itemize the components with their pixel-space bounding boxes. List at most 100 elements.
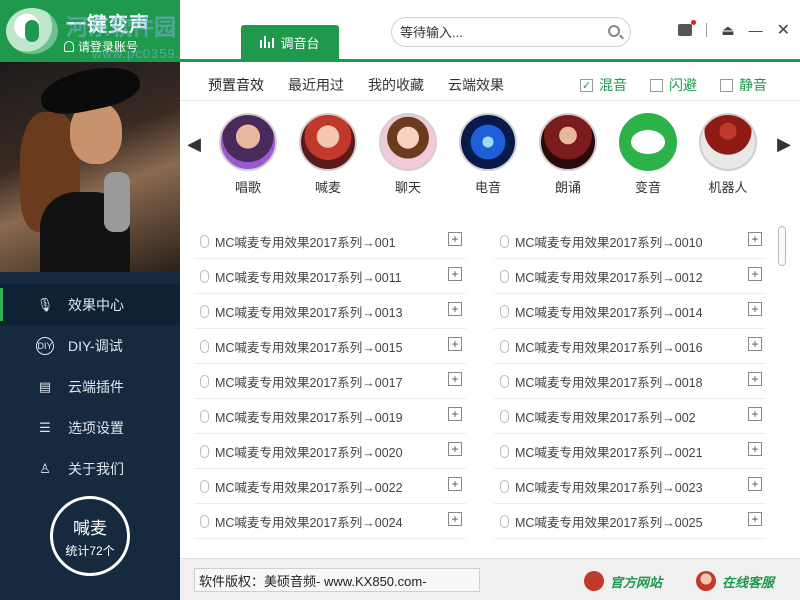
add-icon[interactable]: + (748, 302, 762, 316)
effect-voice-change[interactable]: 变音 (618, 113, 678, 196)
copyright-text: 软件版权：美硕音频- www.KX850.com- (194, 568, 480, 592)
document-icon: ▤ (38, 378, 52, 394)
list-item[interactable]: MC喊麦专用效果2017系列→0018 + (494, 364, 766, 399)
list-item-label: MC喊麦专用效果2017系列→0016 (515, 340, 703, 355)
minimize-icon[interactable]: — (749, 22, 763, 38)
list-item[interactable]: MC喊麦专用效果2017系列→0015 + (194, 329, 466, 364)
eject-icon[interactable]: ⏏ (721, 22, 734, 39)
add-icon[interactable]: + (448, 372, 462, 386)
list-item[interactable]: MC喊麦专用效果2017系列→0012 + (494, 259, 766, 294)
sidebar-item-label: 云端插件 (68, 378, 124, 395)
search-input[interactable] (400, 24, 600, 40)
list-item[interactable]: MC喊麦专用效果2017系列→0010 + (494, 224, 766, 259)
list-item[interactable]: MC喊麦专用效果2017系列→001 + (194, 224, 466, 259)
add-icon[interactable]: + (448, 302, 462, 316)
checkbox-checked-icon: ✓ (580, 78, 593, 92)
effect-electronic[interactable]: 电音 (458, 113, 518, 196)
add-icon[interactable]: + (448, 337, 462, 351)
mic-icon (200, 514, 209, 528)
duck-checkbox[interactable]: 闪避 (650, 75, 697, 95)
list-item[interactable]: MC喊麦专用效果2017系列→0023 + (494, 469, 766, 504)
mic-icon (500, 304, 509, 318)
add-icon[interactable]: + (748, 512, 762, 526)
add-icon[interactable]: + (448, 477, 462, 491)
add-icon[interactable]: + (748, 232, 762, 246)
add-icon[interactable]: + (748, 267, 762, 281)
effect-avatar (619, 113, 677, 171)
carousel-prev-icon[interactable]: ◀ (186, 132, 202, 156)
mic-icon (500, 269, 509, 283)
sidebar-item-effects[interactable]: 🎙 效果中心 (0, 284, 180, 325)
effect-avatar (219, 113, 277, 171)
sidebar-item-diy[interactable]: DIY DIY-调试 (0, 325, 180, 366)
sidebar-item-about[interactable]: ♙ 关于我们 (0, 448, 180, 489)
tab-console[interactable]: 调音台 (241, 25, 339, 59)
list-item[interactable]: MC喊麦专用效果2017系列→0020 + (194, 434, 466, 469)
carousel-next-icon[interactable]: ▶ (776, 132, 792, 156)
sidebar-item-cloud-plugins[interactable]: ▤ 云端插件 (0, 366, 180, 407)
checkbox-icon (720, 78, 733, 92)
add-icon[interactable]: + (448, 267, 462, 281)
list-item-label: MC喊麦专用效果2017系列→002 (515, 410, 696, 425)
effect-recite[interactable]: 朗诵 (538, 113, 598, 196)
list-item[interactable]: MC喊麦专用效果2017系列→0014 + (494, 294, 766, 329)
list-item[interactable]: MC喊麦专用效果2017系列→0013 + (194, 294, 466, 329)
equalizer-icon (260, 36, 275, 48)
add-icon[interactable]: + (448, 407, 462, 421)
tab-recent[interactable]: 最近用过 (288, 75, 344, 95)
list-item[interactable]: MC喊麦专用效果2017系列→0016 + (494, 329, 766, 364)
effect-label: 电音 (474, 180, 501, 195)
mix-label: 混音 (599, 77, 627, 93)
mute-checkbox[interactable]: 静音 (720, 75, 767, 95)
effect-robot[interactable]: 机器人 (698, 113, 758, 196)
online-service-link[interactable]: 在线客服 (696, 571, 774, 591)
effect-carousel: ◀ 唱歌 喊麦 聊天 电音 朗诵 变音 机器人 ▶ (180, 102, 800, 204)
list-item[interactable]: MC喊麦专用效果2017系列→0017 + (194, 364, 466, 399)
mute-label: 静音 (739, 77, 767, 93)
mic-icon (500, 444, 509, 458)
search-icon[interactable] (608, 25, 620, 37)
add-icon[interactable]: + (748, 337, 762, 351)
add-icon[interactable]: + (448, 512, 462, 526)
sidebar-item-settings[interactable]: ☰ 选项设置 (0, 407, 180, 448)
mic-icon (200, 409, 209, 423)
list-item-label: MC喊麦专用效果2017系列→0015 (215, 340, 403, 355)
add-icon[interactable]: + (448, 442, 462, 456)
tab-favorites[interactable]: 我的收藏 (368, 75, 424, 95)
mic-icon (500, 234, 509, 248)
close-icon[interactable]: ✕ (777, 20, 790, 40)
add-icon[interactable]: + (448, 232, 462, 246)
singer-photo (0, 62, 180, 272)
effect-shout[interactable]: 喊麦 (298, 113, 358, 196)
list-item[interactable]: MC喊麦专用效果2017系列→0025 + (494, 504, 766, 539)
mic-icon (200, 374, 209, 388)
list-item[interactable]: MC喊麦专用效果2017系列→002 + (494, 399, 766, 434)
effect-label: 机器人 (708, 180, 748, 195)
tab-presets[interactable]: 预置音效 (208, 75, 264, 95)
list-item-label: MC喊麦专用效果2017系列→0019 (215, 410, 403, 425)
tab-cloud-effects[interactable]: 云端效果 (448, 75, 504, 95)
category-stat-circle: 喊麦 统计72个 (50, 496, 130, 576)
list-item-label: MC喊麦专用效果2017系列→0013 (215, 305, 403, 320)
list-item[interactable]: MC喊麦专用效果2017系列→0011 + (194, 259, 466, 294)
effect-list-right: MC喊麦专用效果2017系列→0010 + MC喊麦专用效果2017系列→0012 +… (494, 224, 766, 539)
add-icon[interactable]: + (748, 372, 762, 386)
list-item[interactable]: MC喊麦专用效果2017系列→0022 + (194, 469, 466, 504)
list-item[interactable]: MC喊麦专用效果2017系列→0021 + (494, 434, 766, 469)
tab-console-label: 调音台 (280, 35, 320, 51)
effect-chat[interactable]: 聊天 (378, 113, 438, 196)
add-icon[interactable]: + (748, 407, 762, 421)
online-service-label: 在线客服 (722, 574, 775, 590)
add-icon[interactable]: + (748, 442, 762, 456)
customer-service-icon (696, 571, 716, 591)
official-site-link[interactable]: 官方网站 (584, 571, 662, 591)
user-icon: ♙ (39, 460, 51, 476)
add-icon[interactable]: + (748, 477, 762, 491)
list-item[interactable]: MC喊麦专用效果2017系列→0024 + (194, 504, 466, 539)
mix-checkbox[interactable]: ✓ 混音 (580, 75, 627, 95)
list-item[interactable]: MC喊麦专用效果2017系列→0019 + (194, 399, 466, 434)
skin-icon[interactable] (678, 20, 697, 36)
scrollbar-thumb[interactable] (778, 226, 786, 266)
effect-sing[interactable]: 唱歌 (218, 113, 278, 196)
mic-icon (200, 234, 209, 248)
